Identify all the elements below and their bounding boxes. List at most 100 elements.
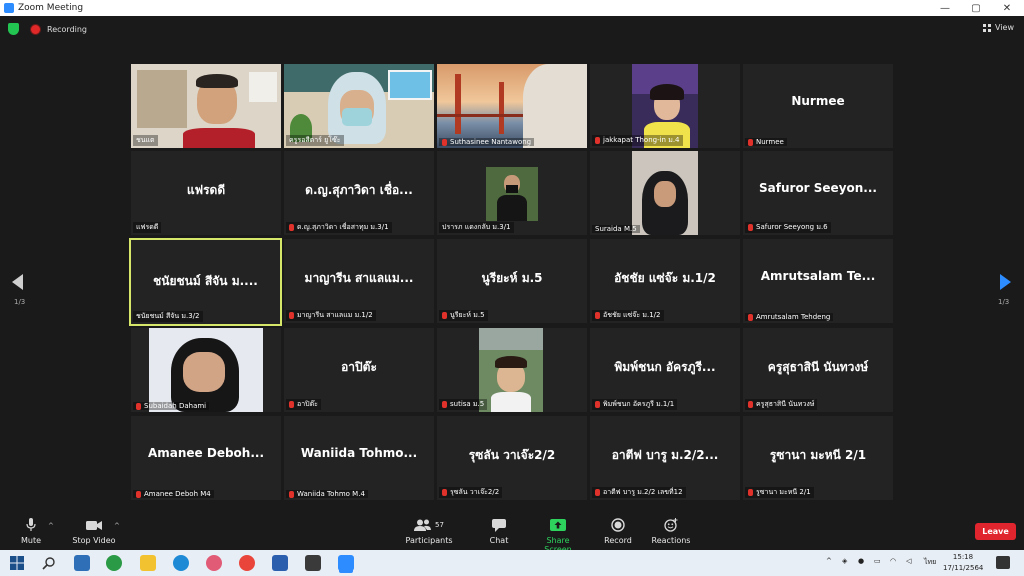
participant-tile[interactable]: แฟรดดี แฟรดดี: [131, 151, 281, 235]
participant-tile[interactable]: jakkapat Thong-in ม.4: [590, 64, 740, 148]
participant-display-name: Safuror Seeyon...: [759, 181, 877, 195]
stop-video-button[interactable]: Stop Video: [70, 518, 118, 545]
mute-button[interactable]: Mute: [14, 518, 48, 545]
leave-button[interactable]: Leave: [975, 523, 1016, 540]
zoom-app-icon[interactable]: [338, 555, 354, 571]
muted-mic-icon: [289, 312, 294, 319]
meeting-topbar: Recording View: [0, 16, 1024, 42]
chat-button[interactable]: Chat: [484, 518, 514, 545]
active-speaker-tile[interactable]: ชนัยชนม์ สีจัน ม.... ชนัยชนม์ สีจัน ม.3/…: [129, 238, 282, 326]
chrome-browser-icon[interactable]: [239, 555, 255, 571]
participant-tile[interactable]: Nurmee Nurmee: [743, 64, 893, 148]
bridge-tower: [455, 74, 461, 134]
hair: [650, 84, 684, 100]
participant-display-name: นูรียะห์ ม.5: [481, 271, 543, 285]
close-button[interactable]: ✕: [992, 0, 1022, 16]
participant-tile[interactable]: ครูรอสีตาร์ ยูโซ๊ะ: [284, 64, 434, 148]
participant-name-label: Subaidah Dahami: [133, 402, 210, 410]
muted-mic-icon: [289, 490, 294, 498]
encryption-shield-icon[interactable]: [8, 23, 19, 35]
tray-app-icon[interactable]: ●: [858, 557, 864, 565]
participant-tile[interactable]: รูซานา มะหนี 2/1 รูซานา มะหนี 2/1: [743, 416, 893, 500]
participant-tile[interactable]: Subaidah Dahami: [131, 328, 281, 412]
participant-display-name: Amrutsalam Te...: [760, 269, 876, 283]
participant-tile[interactable]: ครูสุธาสินี นันทวงษ์ ครูสุธาสินี นันทวงษ…: [743, 328, 893, 412]
record-button[interactable]: Record: [601, 518, 635, 545]
muted-mic-icon: [595, 489, 600, 496]
participant-tile[interactable]: มาญารีน สาแลแม... มาญารีน สาแลแม ม.1/2: [284, 239, 434, 323]
participant-tile[interactable]: Suraida M.5: [590, 151, 740, 235]
participant-name-label: อัชชัย แซ่จ๊ะ ม.1/2: [592, 310, 664, 321]
reactions-button[interactable]: Reactions: [651, 518, 691, 545]
input-language[interactable]: ไทย: [924, 557, 936, 568]
participant-tile[interactable]: Amanee Deboh... Amanee Deboh M4: [131, 416, 281, 500]
participant-tile[interactable]: รุซลัน วาเจ๊ะ2/2 รุซลัน วาเจ๊ะ2/2: [437, 416, 587, 500]
app-icon[interactable]: [106, 555, 122, 571]
shirt: [183, 128, 255, 148]
battery-icon[interactable]: ▭: [874, 557, 881, 565]
tray-chevron-icon[interactable]: ^: [826, 557, 832, 565]
windows-start-icon[interactable]: [10, 555, 26, 571]
page-indicator-right: 1/3: [998, 298, 1010, 306]
participant-display-name: รุซลัน วาเจ๊ะ2/2: [468, 448, 556, 462]
system-clock[interactable]: 15:18 17/11/2564: [943, 552, 983, 574]
participant-display-name: พิมพ์ชนก อัครภูรี...: [614, 360, 716, 374]
bookshelf-background: [137, 70, 187, 128]
participant-tile[interactable]: Suthasinee Nantawong: [437, 64, 587, 148]
wifi-icon[interactable]: ◠: [890, 557, 896, 565]
recording-dot-icon: [30, 23, 41, 35]
participant-tile[interactable]: ปรารภ แดงกลับ ม.3/1: [437, 151, 587, 235]
muted-mic-icon: [442, 401, 447, 408]
search-icon[interactable]: [42, 555, 58, 571]
participant-name-label: jakkapat Thong-in ม.4: [592, 135, 683, 146]
page-indicator-left: 1/3: [14, 298, 26, 306]
hair: [495, 356, 527, 368]
face: [183, 352, 225, 392]
previous-page-arrow-icon[interactable]: [12, 274, 23, 290]
muted-mic-icon: [289, 401, 294, 408]
minimize-button[interactable]: —: [930, 0, 960, 16]
participant-tile[interactable]: Waniida Tohmo... Waniida Tohmo M.4: [284, 416, 434, 500]
participant-name-label: รุซลัน วาเจ๊ะ2/2: [439, 487, 503, 498]
participant-tile[interactable]: Safuror Seeyon... Safuror Seeyong ม.6: [743, 151, 893, 235]
participants-button[interactable]: 57 Participants: [404, 518, 454, 545]
edge-browser-icon[interactable]: [173, 555, 189, 571]
task-view-icon[interactable]: [74, 555, 90, 571]
next-page-arrow-icon[interactable]: [1000, 274, 1011, 290]
participant-tile[interactable]: พิมพ์ชนก อัครภูรี... พิมพ์ชนก อัครภูรี ม…: [590, 328, 740, 412]
notifications-icon[interactable]: [996, 556, 1010, 569]
participant-tile[interactable]: อัชชัย แซ่จ๊ะ ม.1/2 อัชชัย แซ่จ๊ะ ม.1/2: [590, 239, 740, 323]
share-screen-button[interactable]: Share Screen: [532, 518, 584, 554]
participant-display-name: Amanee Deboh...: [147, 446, 265, 460]
participant-tile[interactable]: อาตีฟ บารู ม.2/2... อาตีฟ บารู ม.2/2 เลข…: [590, 416, 740, 500]
participant-name-label: อาตีฟ บารู ม.2/2 เลขที่12: [592, 487, 686, 498]
maximize-button[interactable]: ▢: [961, 0, 991, 16]
shirt: [491, 392, 531, 412]
participant-tile[interactable]: นูรียะห์ ม.5 นูรียะห์ ม.5: [437, 239, 587, 323]
participant-tile[interactable]: ชนแต: [131, 64, 281, 148]
participant-tile[interactable]: อาปิต๊ะ อาปิต๊ะ: [284, 328, 434, 412]
view-label: View: [995, 23, 1014, 32]
view-button[interactable]: View: [983, 23, 1014, 32]
participant-tile[interactable]: Amrutsalam Te... Amrutsalam Tehdeng: [743, 239, 893, 323]
picture-frame: [388, 70, 432, 100]
volume-icon[interactable]: ◁: [906, 557, 911, 565]
window-titlebar: Zoom Meeting — ▢ ✕: [0, 0, 1024, 16]
face: [654, 181, 676, 207]
tray-shield-icon[interactable]: ◈: [842, 557, 847, 565]
audio-options-chevron-icon[interactable]: ^: [48, 522, 54, 530]
participant-name-label: ปรารภ แดงกลับ ม.3/1: [439, 222, 514, 233]
participant-name-label: Amanee Deboh M4: [133, 490, 214, 498]
participant-name-label: sutisa ม.5: [439, 399, 488, 410]
video-options-chevron-icon[interactable]: ^: [114, 522, 120, 530]
file-explorer-icon[interactable]: [140, 555, 156, 571]
meeting-toolbar: Mute ^ Stop Video ^ 57 Participants Chat…: [0, 512, 1024, 554]
participant-count: 57: [435, 521, 444, 529]
recording-indicator[interactable]: Recording: [30, 22, 87, 36]
photos-app-icon[interactable]: [305, 555, 321, 571]
participant-tile[interactable]: ด.ญ.สุภาวิดา เชื่อ... ด.ญ.สุภาวิดา เชื่อ…: [284, 151, 434, 235]
participant-tile[interactable]: sutisa ม.5: [437, 328, 587, 412]
word-app-icon[interactable]: [272, 555, 288, 571]
paint-app-icon[interactable]: [206, 555, 222, 571]
participant-name-label: Suraida M.5: [592, 225, 640, 233]
